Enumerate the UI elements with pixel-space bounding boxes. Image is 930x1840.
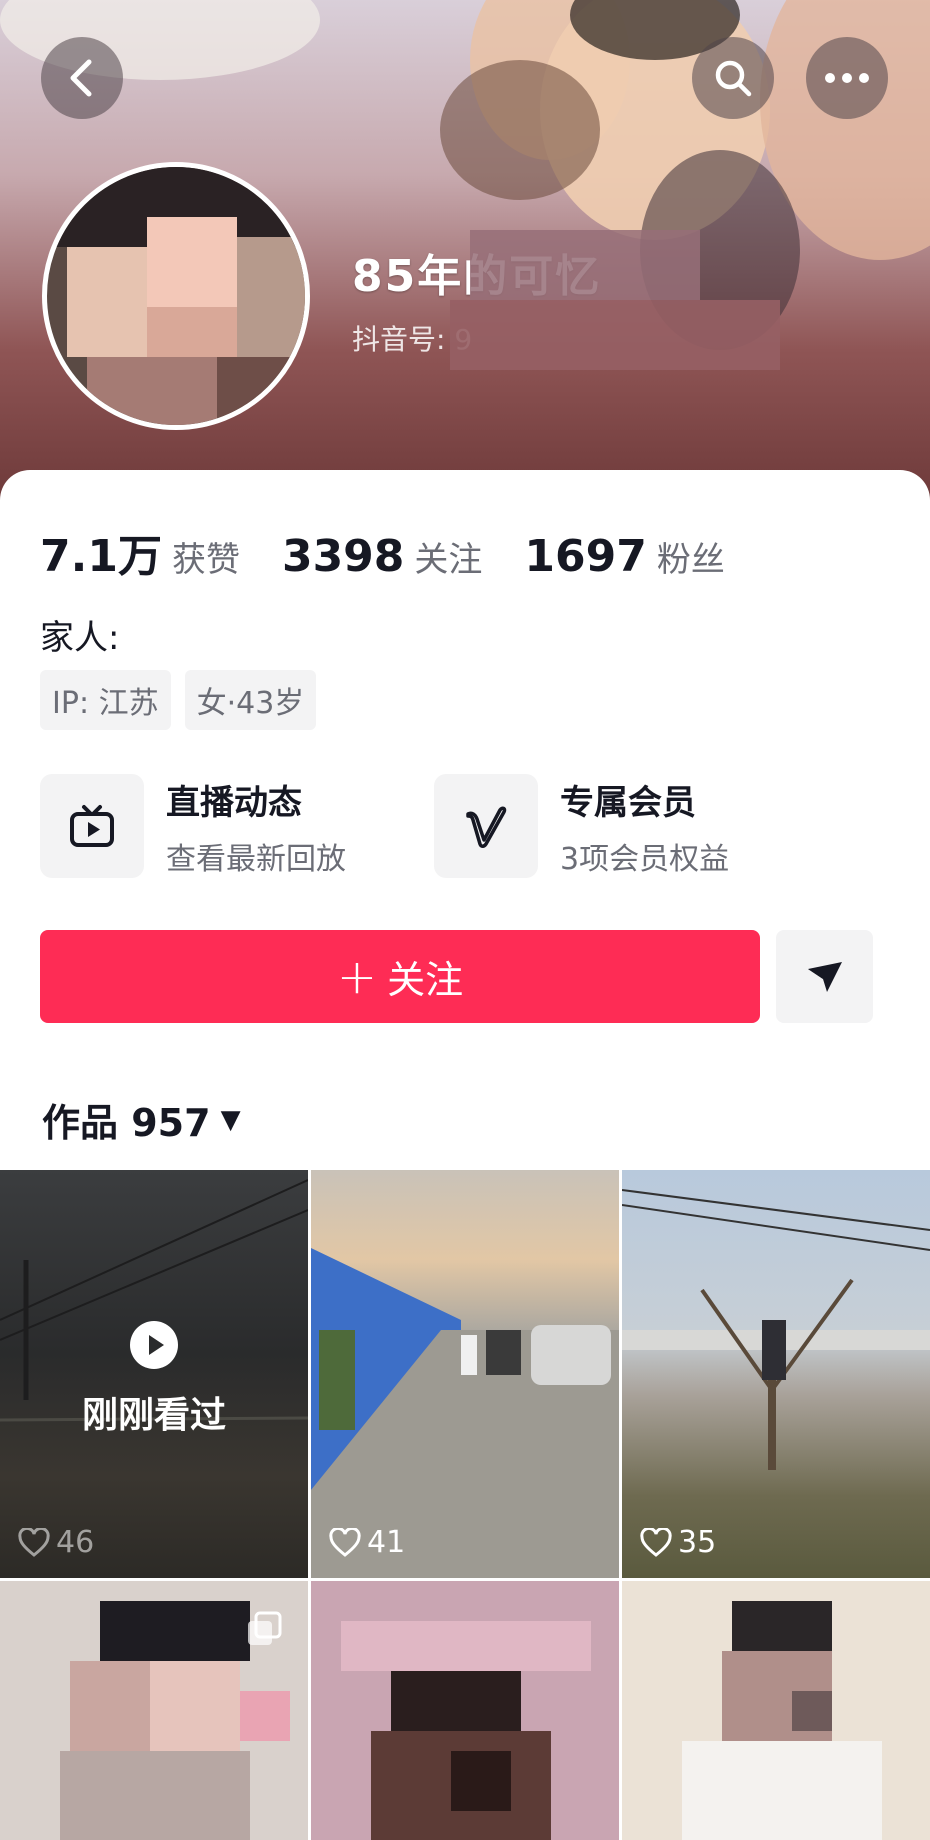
like-count: 35	[640, 1525, 716, 1560]
live-feature-title: 直播动态	[166, 782, 302, 823]
back-button[interactable]	[41, 37, 123, 119]
heart-icon	[329, 1527, 361, 1557]
chevron-left-icon	[70, 59, 92, 97]
follow-button[interactable]: + 关注	[40, 930, 760, 1023]
follow-button-label: 关注	[387, 958, 464, 1002]
video-tile[interactable]	[622, 1581, 930, 1840]
like-count-value: 46	[56, 1525, 95, 1560]
stat-likes-value: 7.1万	[40, 531, 162, 582]
send-icon	[807, 961, 842, 992]
watched-label: 刚刚看过	[81, 1395, 226, 1436]
works-label: 作品 957	[42, 1101, 211, 1145]
avatar[interactable]	[42, 162, 310, 430]
video-tile[interactable]: 35	[622, 1170, 930, 1578]
tv-icon	[40, 774, 144, 878]
caret-down-icon: ▼	[220, 1104, 241, 1135]
stat-followers-value: 1697	[524, 531, 647, 582]
watched-overlay: 刚刚看过	[0, 1320, 308, 1438]
stats-row: 7.1万 获赞 3398 关注 1697 粉丝	[40, 520, 767, 584]
gender-age-tag: 女·43岁	[184, 670, 317, 730]
tags-row: IP: 江苏 女·43岁	[40, 670, 330, 730]
heart-icon	[640, 1527, 672, 1557]
stat-followers[interactable]: 1697 粉丝	[524, 531, 724, 582]
play-circle-icon	[130, 1321, 178, 1369]
ip-tag: IP: 江苏	[40, 670, 171, 730]
stat-likes-label: 获赞	[171, 540, 240, 580]
more-dots-icon	[825, 73, 869, 83]
live-feature[interactable]: 直播动态 查看最新回放	[40, 774, 346, 878]
more-button[interactable]	[806, 37, 888, 119]
bio-text: 家人:	[40, 618, 120, 658]
stat-followers-label: 粉丝	[656, 540, 725, 580]
video-tile[interactable]: 刚刚看过 46	[0, 1170, 308, 1578]
live-feature-subtitle: 查看最新回放	[166, 841, 346, 877]
search-icon	[715, 60, 752, 97]
vip-feature-subtitle: 3项会员权益	[560, 841, 730, 877]
heart-icon	[18, 1527, 50, 1557]
profile-banner: 85年的可忆 抖音号: 9	[0, 0, 930, 500]
share-button[interactable]	[776, 930, 873, 1023]
name-mosaic	[470, 230, 700, 300]
stat-likes[interactable]: 7.1万 获赞	[40, 520, 240, 584]
video-tile[interactable]	[311, 1581, 619, 1840]
like-count: 41	[329, 1525, 405, 1560]
like-count-value: 35	[678, 1525, 717, 1560]
search-button[interactable]	[692, 37, 774, 119]
like-count-value: 41	[367, 1525, 406, 1560]
like-count: 46	[18, 1525, 94, 1560]
works-tab[interactable]: 作品 957 ▼	[42, 1092, 241, 1147]
stat-following[interactable]: 3398 关注	[282, 531, 482, 582]
vip-feature-title: 专属会员	[560, 782, 696, 823]
video-tile[interactable]	[0, 1581, 308, 1840]
profile-card: 7.1万 获赞 3398 关注 1697 粉丝 家人: IP: 江苏 女·43岁…	[0, 470, 930, 1840]
stat-following-label: 关注	[414, 540, 483, 580]
plus-icon: +	[336, 948, 378, 1005]
vip-feature[interactable]: 专属会员 3项会员权益	[434, 774, 729, 878]
video-tile[interactable]: 41	[311, 1170, 619, 1578]
vip-v-icon	[434, 774, 538, 878]
id-mosaic	[450, 300, 780, 370]
multi-image-icon	[248, 1611, 282, 1645]
stat-following-value: 3398	[281, 531, 405, 582]
